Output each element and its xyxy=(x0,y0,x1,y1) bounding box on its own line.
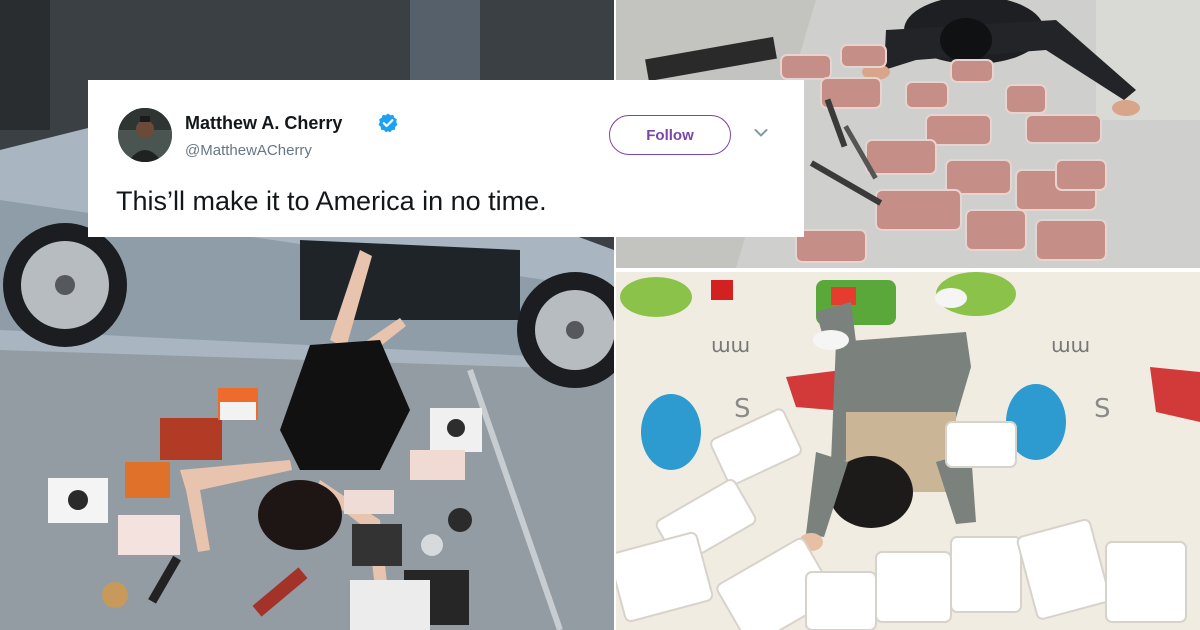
chevron-down-icon[interactable] xyxy=(754,128,768,138)
svg-text:ɯɯ: ɯɯ xyxy=(711,333,750,357)
author-name[interactable]: Matthew A. Cherry xyxy=(185,113,342,134)
tweet-text: This’ll make it to America in no time. xyxy=(116,186,547,216)
author-handle[interactable]: @MatthewACherry xyxy=(185,142,312,159)
tweet-card: Matthew A. Cherry @MatthewACherry Follow… xyxy=(88,80,804,237)
svg-text:S: S xyxy=(1094,394,1111,424)
follow-button[interactable]: Follow xyxy=(609,115,731,155)
person-avatar-icon xyxy=(118,108,172,162)
svg-text:S: S xyxy=(734,394,751,424)
verified-badge-icon xyxy=(378,113,398,133)
svg-text:ɯɯ: ɯɯ xyxy=(1051,333,1090,357)
avatar[interactable] xyxy=(118,108,172,162)
photo-baby-with-diapers: ɯɯ ɯɯ S S xyxy=(616,272,1200,630)
